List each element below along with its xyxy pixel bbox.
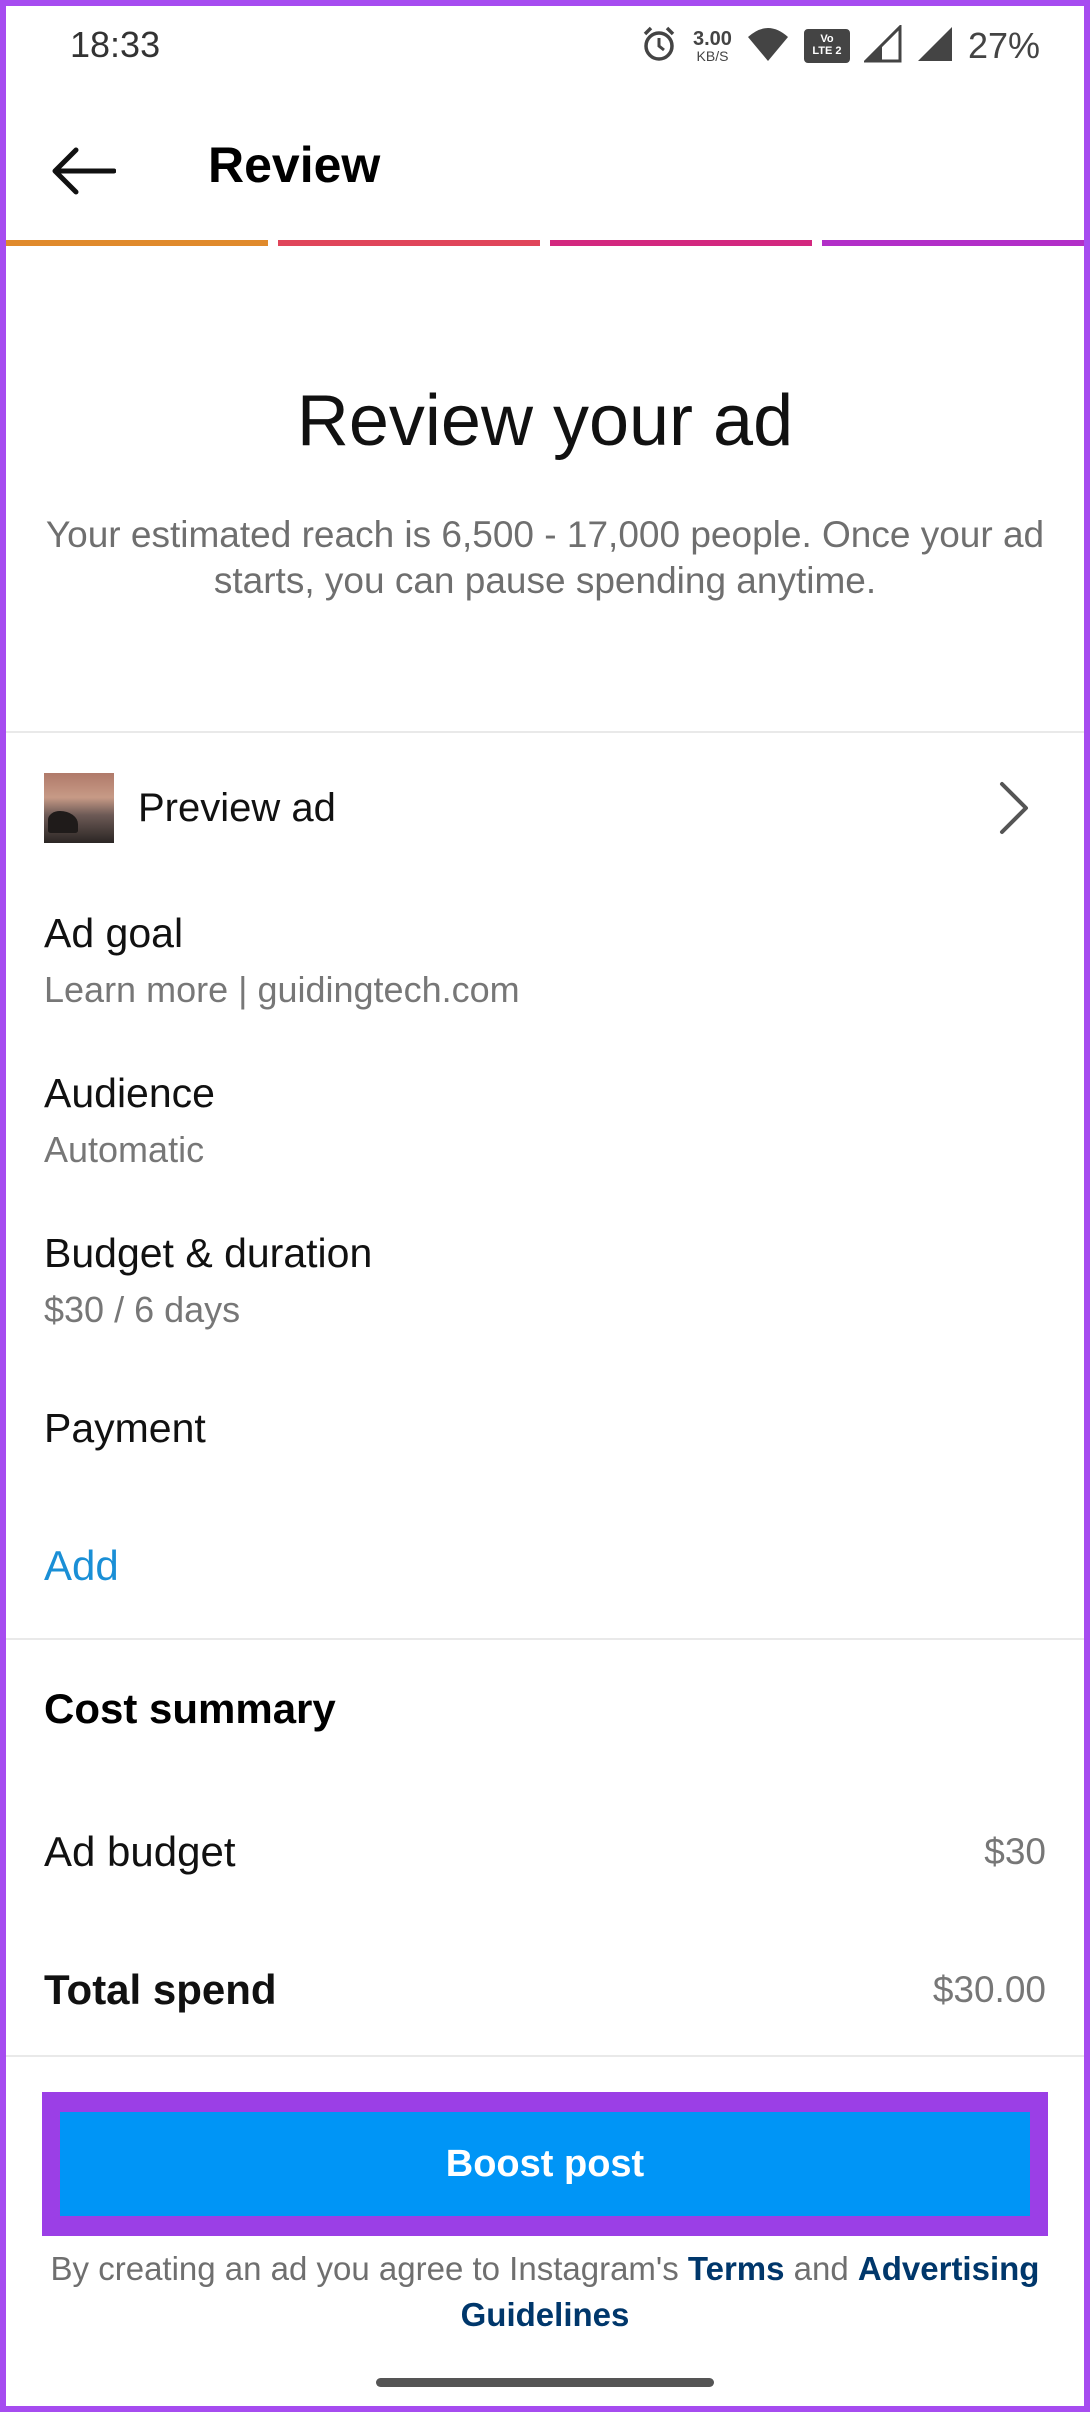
preview-ad-row[interactable]: Preview ad [44,766,1044,850]
legal-text: By creating an ad you agree to Instagram… [40,2246,1050,2338]
progress-segment-4 [822,240,1084,246]
wifi-icon [746,25,790,68]
divider [6,731,1084,733]
audience-item[interactable]: Audience Automatic [44,1070,1044,1171]
audience-value: Automatic [44,1129,205,1170]
budget-title: Budget & duration [44,1230,373,1276]
terms-link[interactable]: Terms [688,2250,785,2287]
progress-segment-2 [278,240,540,246]
ad-budget-label: Ad budget [44,1828,236,1875]
header: Review [0,92,1090,242]
budget-value: $30 / 6 days [44,1289,241,1330]
status-bar: 18:33 3.00 KB/S Vo LTE 2 27% [0,0,1090,92]
legal-and: and [793,2250,849,2287]
ad-budget-row: Ad budget $30 [44,1822,1046,1882]
alarm-icon [639,24,679,69]
budget-item[interactable]: Budget & duration $30 / 6 days [44,1230,1044,1331]
ad-budget-value: $30 [984,1831,1046,1872]
post-thumbnail [44,773,114,843]
ad-goal-value: Learn more | guidingtech.com [44,969,520,1010]
chevron-right-icon [1000,782,1028,834]
boost-post-button[interactable]: Boost post [60,2112,1030,2216]
step-progress [6,240,1084,246]
battery-level: 27% [967,25,1040,66]
progress-segment-1 [6,240,268,246]
status-icons: 3.00 KB/S Vo LTE 2 27% [639,18,1040,74]
signal-icon-2 [916,25,954,68]
total-spend-row: Total spend $30.00 [44,1960,1046,2020]
volte-icon: Vo LTE 2 [803,29,850,63]
home-indicator[interactable] [376,2378,714,2387]
ad-goal-item[interactable]: Ad goal Learn more | guidingtech.com [44,910,1044,1011]
boost-button-highlight: Boost post [42,2092,1048,2236]
status-time: 18:33 [70,24,161,65]
divider [6,1638,1084,1640]
preview-ad-label: Preview ad [138,785,336,830]
payment-title: Payment [44,1405,206,1451]
total-spend-label: Total spend [44,1966,277,2013]
ad-goal-title: Ad goal [44,910,184,956]
network-speed: 3.00 KB/S [693,28,732,64]
hero-title: Review your ad [296,381,794,461]
signal-icon-1 [862,22,902,68]
progress-segment-3 [550,240,812,246]
legal-prefix: By creating an ad you agree to Instagram… [50,2250,679,2287]
cost-summary-title: Cost summary [44,1685,336,1732]
audience-title: Audience [44,1070,215,1116]
add-payment-link[interactable]: Add [44,1542,119,1590]
divider [6,2055,1084,2057]
payment-item: Payment [44,1405,1044,1452]
screenshot-frame [0,0,1090,2412]
back-arrow-icon[interactable] [46,134,120,208]
total-spend-value: $30.00 [932,1969,1046,2010]
hero-subtitle: Your estimated reach is 6,500 - 17,000 p… [45,514,1045,601]
page-title: Review [208,137,381,193]
